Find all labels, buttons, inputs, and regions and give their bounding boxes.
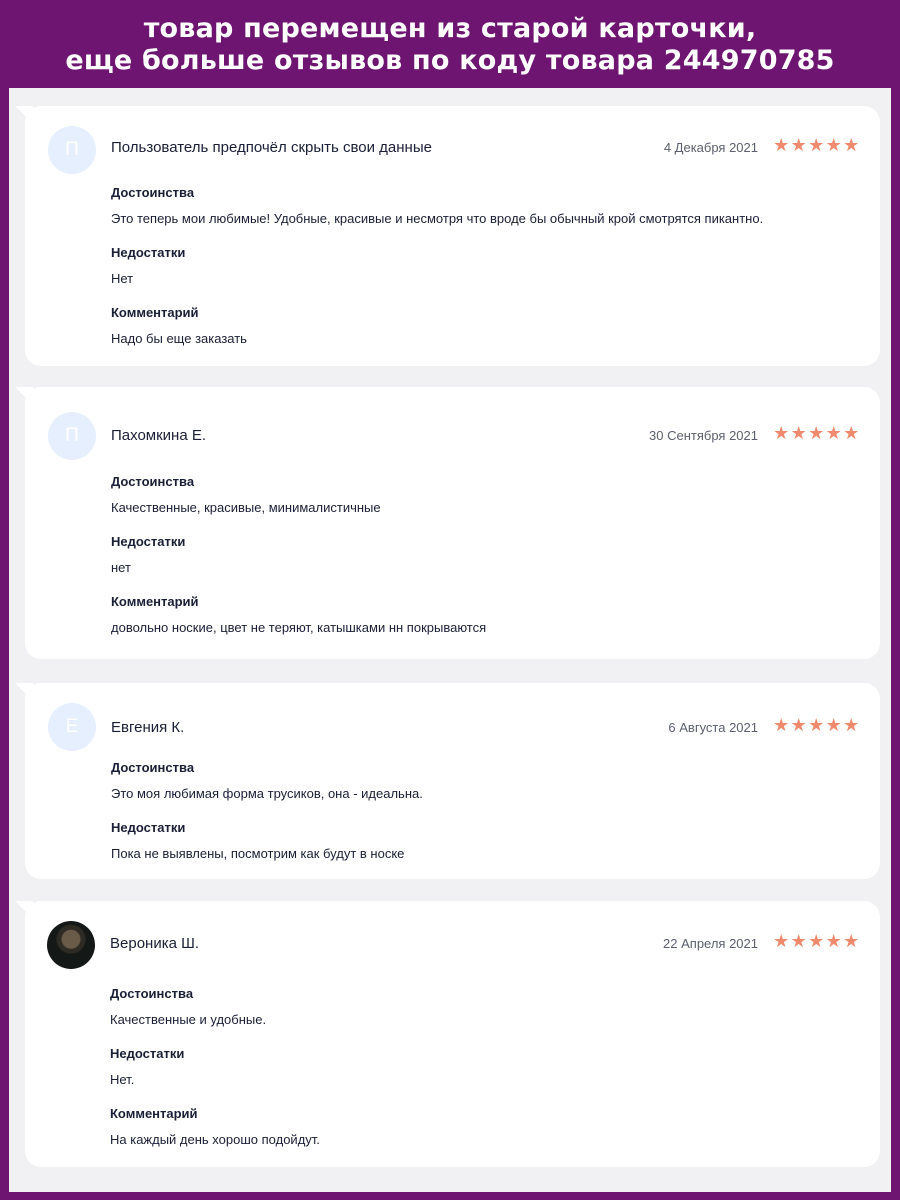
star-icon: ★ — [843, 931, 860, 952]
reviewer-name: Евгения К. — [111, 719, 185, 736]
star-icon: ★ — [843, 423, 860, 444]
user-avatar: Е — [48, 703, 96, 751]
review-date: 30 Сентября 2021 — [649, 428, 758, 443]
comment-text: На каждый день хорошо подойдут. — [110, 1132, 320, 1147]
star-icon: ★ — [808, 931, 825, 952]
star-icon: ★ — [790, 135, 807, 156]
comment-label: Комментарий — [111, 305, 199, 320]
cons-text: нет — [111, 560, 131, 575]
review-date: 4 Декабря 2021 — [663, 140, 758, 155]
star-icon: ★ — [825, 931, 842, 952]
star-icon: ★ — [825, 135, 842, 156]
cons-label: Недостатки — [111, 534, 186, 549]
comment-text: Надо бы еще заказать — [111, 331, 247, 346]
pros-text: Качественные, красивые, минималистичные — [111, 500, 381, 515]
pros-label: Достоинства — [111, 474, 195, 489]
reviewer-name: Пахомкина Е. — [111, 427, 207, 444]
reviews-list: П Пользователь предпочёл скрыть свои дан… — [9, 88, 891, 1192]
star-icon: ★ — [773, 715, 790, 736]
star-icon: ★ — [843, 135, 860, 156]
star-icon: ★ — [790, 715, 807, 736]
cons-text: Нет — [111, 271, 134, 286]
star-icon: ★ — [808, 135, 825, 156]
pros-text: Качественные и удобные. — [110, 1012, 267, 1027]
user-avatar-photo — [47, 921, 95, 969]
pros-label: Достоинства — [111, 185, 195, 200]
user-avatar: П — [48, 412, 96, 460]
reviewer-name: Пользователь предпочёл скрыть свои данны… — [111, 139, 432, 156]
review-card: П Пользователь предпочёл скрыть свои дан… — [15, 106, 880, 366]
star-icon: ★ — [825, 423, 842, 444]
review-card: Е Евгения К. 6 Августа 2021 ★★★★★ Достои… — [15, 683, 880, 879]
comment-text: довольно ноские, цвет не теряют, катышка… — [111, 620, 487, 635]
promo-banner: товар перемещен из старой карточки, еще … — [0, 0, 900, 88]
star-icon: ★ — [790, 423, 807, 444]
banner-line-1: товар перемещен из старой карточки, — [143, 13, 757, 44]
review-card: Вероника Ш. 22 Апреля 2021 ★★★★★ Достоин… — [15, 901, 880, 1167]
comment-label: Комментарий — [110, 1106, 198, 1121]
banner-line-2: еще больше отзывов по коду товара 244970… — [65, 45, 835, 76]
star-icon: ★ — [790, 931, 807, 952]
star-icon: ★ — [773, 135, 790, 156]
star-icon: ★ — [773, 931, 790, 952]
review-date: 6 Августа 2021 — [668, 720, 758, 735]
user-avatar: П — [48, 126, 96, 174]
cons-label: Недостатки — [111, 820, 186, 835]
rating-stars: ★★★★★ — [773, 716, 861, 736]
star-icon: ★ — [808, 715, 825, 736]
pros-label: Достоинства — [111, 760, 195, 775]
reviewer-name: Вероника Ш. — [110, 935, 200, 952]
star-icon: ★ — [843, 715, 860, 736]
review-card: П Пахомкина Е. 30 Сентября 2021 ★★★★★ До… — [15, 387, 880, 659]
pros-label: Достоинства — [110, 986, 194, 1001]
comment-label: Комментарий — [111, 594, 199, 609]
rating-stars: ★★★★★ — [773, 424, 861, 444]
rating-stars: ★★★★★ — [773, 136, 861, 156]
star-icon: ★ — [808, 423, 825, 444]
pros-text: Это теперь мои любимые! Удобные, красивы… — [111, 211, 764, 226]
rating-stars: ★★★★★ — [773, 932, 861, 952]
star-icon: ★ — [825, 715, 842, 736]
cons-label: Недостатки — [111, 245, 186, 260]
cons-text: Пока не выявлены, посмотрим как будут в … — [111, 846, 405, 861]
cons-label: Недостатки — [110, 1046, 185, 1061]
pros-text: Это моя любимая форма трусиков, она - ид… — [111, 786, 423, 801]
cons-text: Нет. — [110, 1072, 135, 1087]
star-icon: ★ — [773, 423, 790, 444]
review-date: 22 Апреля 2021 — [663, 936, 758, 951]
